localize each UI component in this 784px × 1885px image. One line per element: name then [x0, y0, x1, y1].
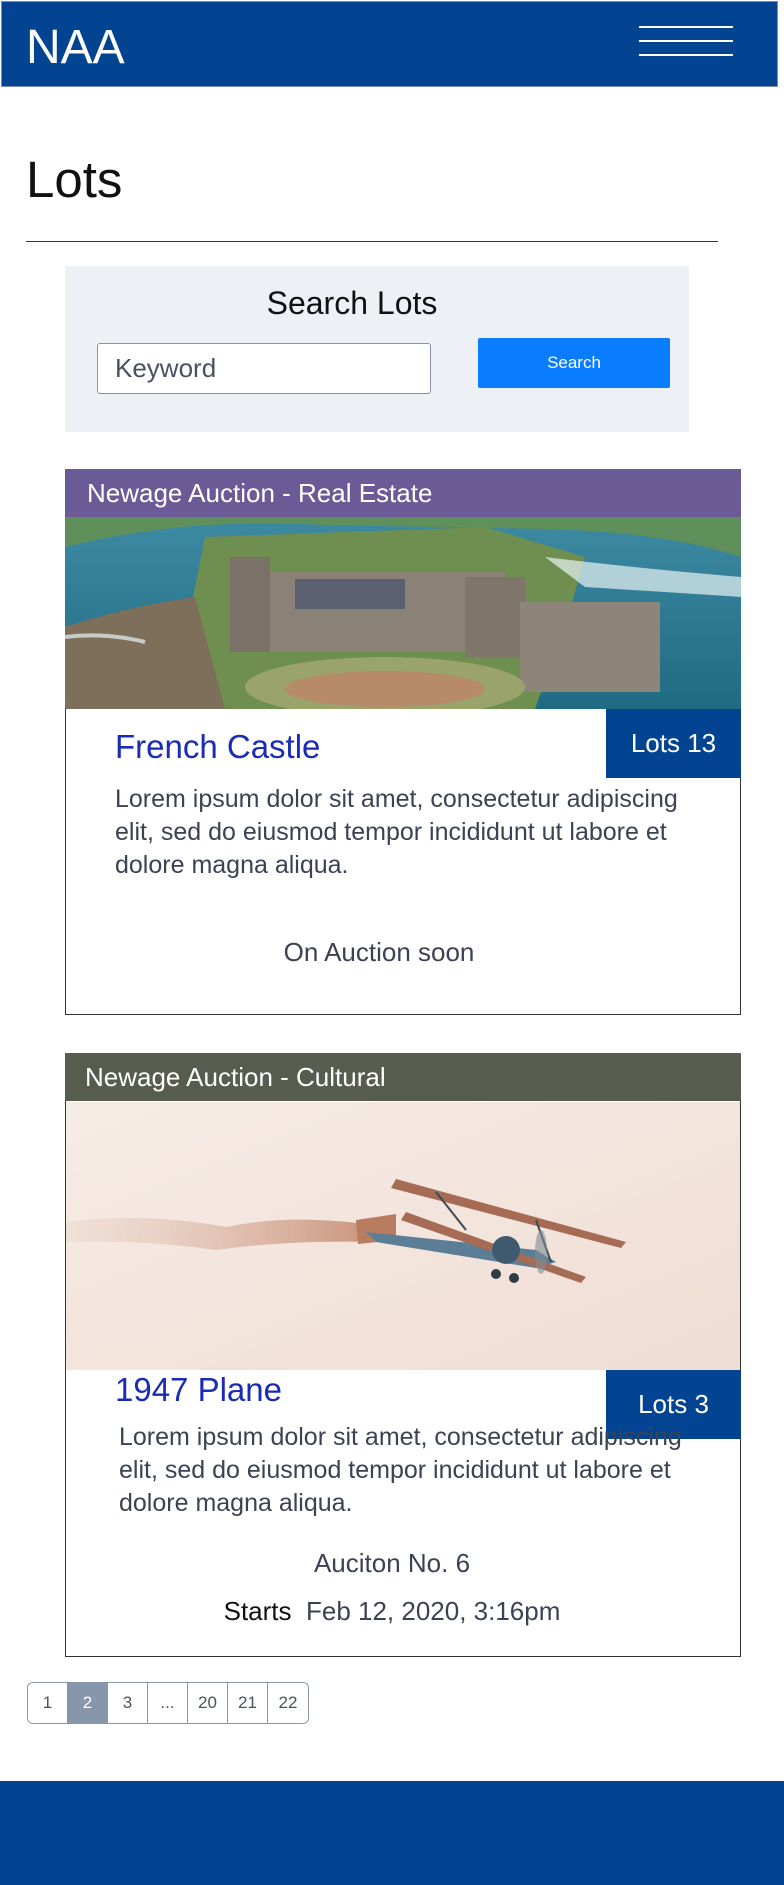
hamburger-menu-icon[interactable] — [639, 26, 733, 58]
page-link-current[interactable]: 2 — [68, 1683, 108, 1723]
page-title: Lots — [26, 151, 123, 208]
lot-description: Lorem ipsum dolor sit amet, consectetur … — [115, 785, 678, 879]
title-divider — [26, 241, 718, 242]
starts-label: Starts — [223, 1596, 292, 1626]
search-button[interactable]: Search — [478, 338, 670, 388]
auction-start: Starts Feb 12, 2020, 3:16pm — [65, 1595, 719, 1627]
page-link[interactable]: 21 — [228, 1683, 268, 1723]
lots-count-badge: Lots 13 — [606, 709, 741, 778]
page-footer — [0, 1781, 784, 1885]
search-title: Search Lots — [266, 285, 438, 321]
page-link[interactable]: 22 — [268, 1683, 308, 1723]
lot-description: Lorem ipsum dolor sit amet, consectetur … — [119, 1423, 682, 1517]
keyword-search-input[interactable] — [97, 343, 431, 394]
pagination: 1 2 3 ... 20 21 22 — [27, 1682, 309, 1724]
starts-value: Feb 12, 2020, 3:16pm — [305, 1596, 561, 1626]
lot-category-label: Newage Auction - Real Estate — [87, 478, 433, 508]
castle-photo[interactable] — [65, 517, 741, 709]
page-link[interactable]: 20 — [188, 1683, 228, 1723]
lot-category-header: Newage Auction - Cultural — [65, 1053, 741, 1101]
lot-status: On Auction soon — [283, 937, 475, 967]
page-ellipsis[interactable]: ... — [148, 1683, 188, 1723]
page-link[interactable]: 3 — [108, 1683, 148, 1723]
brand-logo[interactable]: NAA — [26, 20, 125, 76]
auction-number: Auciton No. 6 — [313, 1548, 471, 1578]
page-link[interactable]: 1 — [28, 1683, 68, 1723]
lot-title-link[interactable]: French Castle — [115, 727, 320, 767]
lot-category-label: Newage Auction - Cultural — [85, 1062, 386, 1092]
biplane-photo[interactable] — [66, 1102, 740, 1370]
lot-category-header: Newage Auction - Real Estate — [65, 469, 741, 517]
lot-title-link[interactable]: 1947 Plane — [115, 1370, 282, 1410]
